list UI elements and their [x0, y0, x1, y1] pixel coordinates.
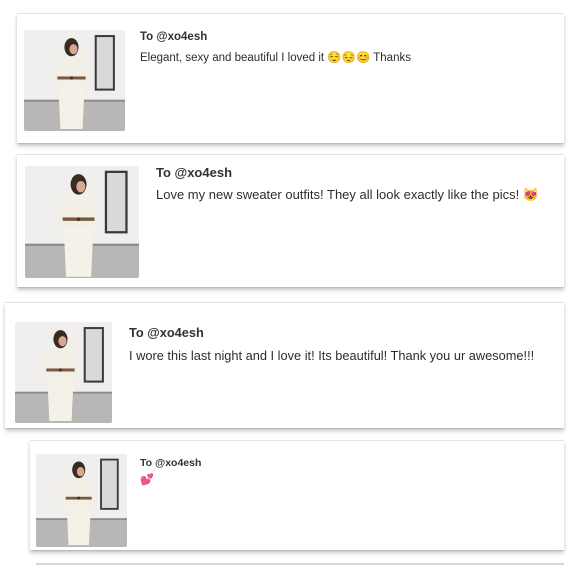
outfit-photo	[25, 166, 139, 278]
message-card[interactable]: To @xo4esh Love my new sweater outfits! …	[17, 154, 564, 287]
outfit-photo	[15, 322, 112, 423]
recipient-label: To @xo4esh	[140, 457, 202, 469]
message-text: Elegant, sexy and beautiful I loved it 😌…	[140, 52, 411, 64]
message-text: 💕	[140, 474, 154, 486]
outfit-photo	[36, 454, 127, 547]
message-text: I wore this last night and I love it! It…	[129, 348, 535, 363]
message-text: Love my new sweater outfits! They all lo…	[156, 187, 539, 202]
recipient-label: To @xo4esh	[140, 31, 208, 43]
message-card[interactable]: To @xo4esh 💕	[30, 440, 564, 550]
outfit-photo	[24, 30, 125, 131]
recipient-label: To @xo4esh	[156, 165, 233, 180]
message-card[interactable]: To @xo4esh Elegant, sexy and beautiful I…	[17, 13, 564, 143]
divider	[36, 563, 564, 565]
recipient-label: To @xo4esh	[129, 325, 204, 340]
message-card[interactable]: To @xo4esh I wore this last night and I …	[5, 302, 564, 428]
